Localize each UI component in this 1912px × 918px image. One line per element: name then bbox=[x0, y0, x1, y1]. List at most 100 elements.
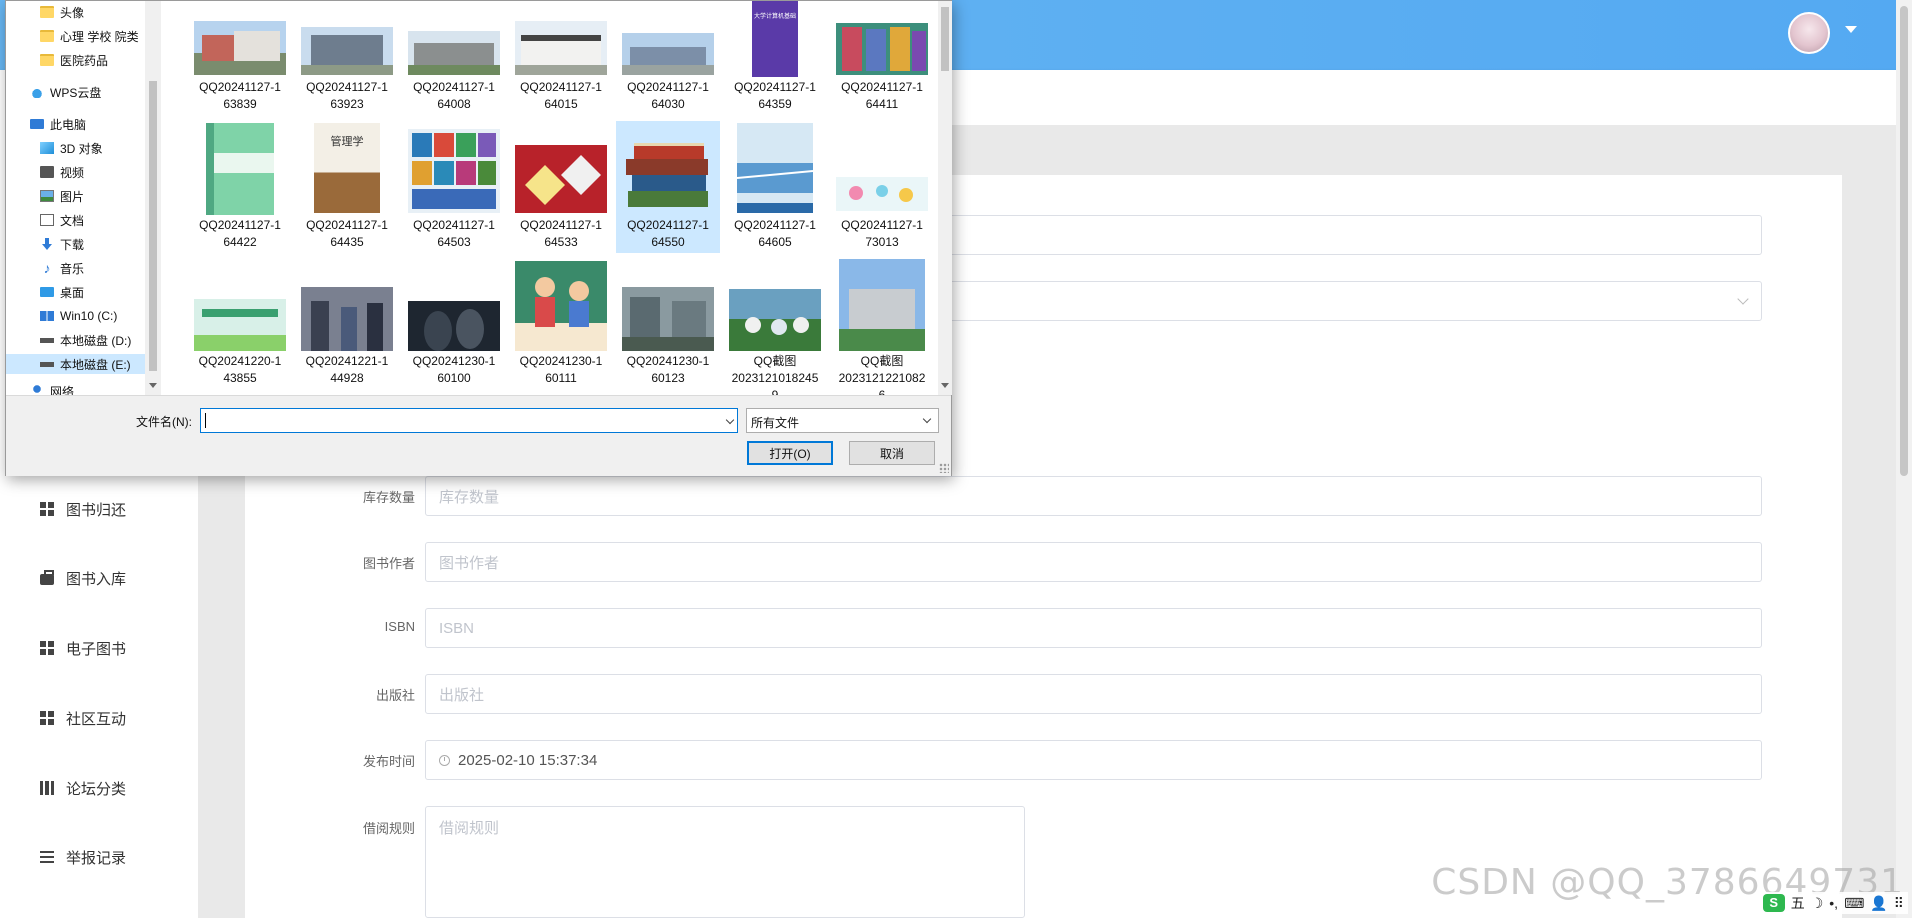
file-item[interactable]: QQ截图 2023121221082 6 bbox=[830, 257, 934, 395]
file-item[interactable]: QQ20241127-1 64008 bbox=[402, 17, 506, 121]
file-name: QQ20241127-1 64015 bbox=[520, 80, 602, 111]
resize-grip[interactable] bbox=[939, 463, 949, 473]
file-item[interactable]: QQ20241230-1 60100 bbox=[402, 257, 506, 395]
file-item[interactable]: QQ20241127-1 64533 bbox=[509, 121, 613, 253]
file-thumbnail bbox=[515, 145, 607, 213]
tree-item-psych[interactable]: 心理 学校 院类 bbox=[40, 26, 139, 46]
text-caret bbox=[205, 413, 206, 428]
tree-item-desktop[interactable]: 桌面 bbox=[40, 282, 84, 302]
tree-item-label: 医院药品 bbox=[60, 53, 109, 68]
file-item[interactable]: QQ20241127-1 64605 bbox=[723, 121, 827, 253]
open-file-dialog: 头像 心理 学校 院类 医院药品 WPS云盘 此电脑 3D 对象 视频 图片 文… bbox=[5, 0, 952, 476]
disk-icon bbox=[40, 358, 54, 370]
file-name: QQ截图 2023121221082 6 bbox=[838, 354, 926, 395]
tree-item-pictures[interactable]: 图片 bbox=[40, 186, 84, 206]
document-icon bbox=[40, 214, 54, 226]
file-name: QQ20241127-1 63923 bbox=[306, 80, 388, 111]
file-thumbnail bbox=[301, 27, 393, 75]
tree-item-wps-cloud[interactable]: WPS云盘 bbox=[30, 82, 101, 102]
ime-toolbar[interactable]: S 五 ☽ •, ⌨ 👤 ⠿ bbox=[1758, 892, 1908, 914]
scroll-down-arrow-icon[interactable] bbox=[149, 383, 157, 388]
borrow-rules-textarea[interactable]: 借阅规则 bbox=[425, 806, 1025, 918]
filename-input[interactable] bbox=[200, 408, 738, 433]
file-item[interactable]: QQ20241127-1 64503 bbox=[402, 121, 506, 253]
file-name: QQ20241230-1 60111 bbox=[519, 354, 603, 385]
sidebar-item-community[interactable]: 社区互动 bbox=[40, 706, 126, 730]
file-name: QQ20241127-1 63839 bbox=[199, 80, 281, 111]
disk-icon bbox=[40, 334, 54, 346]
file-item[interactable]: QQ20241127-1 64015 bbox=[509, 17, 613, 121]
file-item[interactable]: 管理学 QQ20241127-1 64435 bbox=[295, 121, 399, 253]
user-avatar[interactable] bbox=[1788, 12, 1830, 54]
file-item[interactable]: QQ20241127-1 64422 bbox=[188, 121, 292, 253]
file-item[interactable]: QQ20241127-1 73013 bbox=[830, 121, 934, 253]
file-item[interactable]: QQ20241127-1 64550 bbox=[616, 121, 720, 253]
publisher-input[interactable]: 出版社 bbox=[425, 674, 1762, 714]
publish-time-value: 2025-02-10 15:37:34 bbox=[458, 751, 598, 769]
file-item[interactable]: QQ20241220-1 43855 bbox=[188, 257, 292, 395]
tree-item-drive-c[interactable]: Win10 (C:) bbox=[40, 306, 117, 326]
tree-item-label: 桌面 bbox=[60, 285, 85, 300]
file-thumbnail bbox=[839, 259, 925, 351]
sidebar-item-forum-category[interactable]: 论坛分类 bbox=[40, 776, 126, 800]
sidebar-item-ebooks[interactable]: 电子图书 bbox=[40, 636, 126, 660]
tree-scrollbar[interactable] bbox=[145, 1, 161, 395]
tree-item-drive-d[interactable]: 本地磁盘 (D:) bbox=[40, 330, 131, 350]
keyboard-icon[interactable]: ⌨ bbox=[1844, 895, 1864, 912]
file-item[interactable]: QQ20241230-1 60123 bbox=[616, 257, 720, 395]
file-item[interactable]: QQ20241221-1 44928 bbox=[295, 257, 399, 395]
cloud-icon bbox=[30, 86, 44, 98]
tree-item-drive-e[interactable]: 本地磁盘 (E:) bbox=[6, 354, 145, 374]
tree-item-3d[interactable]: 3D 对象 bbox=[40, 138, 103, 158]
file-item[interactable]: QQ20241127-1 63839 bbox=[188, 17, 292, 121]
grid-icon bbox=[40, 641, 54, 655]
file-item[interactable]: 大学计算机基础 QQ20241127-1 64359 bbox=[723, 1, 827, 121]
publish-time-picker[interactable]: 2025-02-10 15:37:34 bbox=[425, 740, 1762, 780]
file-thumbnail bbox=[515, 261, 607, 351]
stock-input[interactable]: 库存数量 bbox=[425, 476, 1762, 516]
tree-scrollbar-thumb[interactable] bbox=[149, 81, 157, 371]
file-type-select[interactable]: 所有文件 bbox=[746, 408, 939, 433]
tree-item-documents[interactable]: 文档 bbox=[40, 210, 84, 230]
moon-icon[interactable]: ☽ bbox=[1811, 895, 1824, 912]
page-scrollbar-thumb[interactable] bbox=[1900, 6, 1908, 476]
scroll-down-arrow-icon[interactable] bbox=[941, 383, 949, 388]
tree-item-music[interactable]: ♪ 音乐 bbox=[40, 258, 85, 278]
sidebar-item-book-return[interactable]: 图书归还 bbox=[40, 497, 126, 521]
chevron-down-icon[interactable] bbox=[725, 415, 735, 425]
page-scrollbar[interactable] bbox=[1896, 0, 1912, 918]
isbn-label: ISBN bbox=[384, 619, 415, 634]
folder-icon bbox=[40, 54, 54, 66]
file-item[interactable]: QQ20241127-1 64411 bbox=[830, 17, 934, 121]
book-category-select[interactable] bbox=[930, 281, 1762, 321]
file-grid-scrollbar-thumb[interactable] bbox=[941, 7, 949, 71]
file-grid-scrollbar[interactable] bbox=[938, 1, 952, 395]
file-type-value: 所有文件 bbox=[751, 416, 800, 430]
tree-item-this-pc[interactable]: 此电脑 bbox=[30, 114, 86, 134]
sidebar-item-label: 电子图书 bbox=[66, 640, 127, 658]
chevron-down-icon[interactable] bbox=[1845, 26, 1857, 33]
file-item[interactable]: QQ20241127-1 64030 bbox=[616, 17, 720, 121]
chevron-down-icon bbox=[1737, 293, 1749, 305]
sidebar-item-reports[interactable]: 举报记录 bbox=[40, 845, 126, 869]
tree-item-downloads[interactable]: 下载 bbox=[40, 234, 84, 254]
book-name-input[interactable] bbox=[930, 215, 1762, 255]
cancel-button[interactable]: 取消 bbox=[849, 441, 935, 465]
sidebar-item-book-stock-in[interactable]: 图书入库 bbox=[40, 566, 126, 590]
tree-item-avatar[interactable]: 头像 bbox=[40, 2, 84, 22]
file-item[interactable]: QQ截图 2023121018245 9 bbox=[723, 257, 827, 395]
isbn-input[interactable]: ISBN bbox=[425, 608, 1762, 648]
file-thumbnail bbox=[194, 299, 286, 351]
open-button[interactable]: 打开(O) bbox=[747, 441, 833, 465]
tree-item-network[interactable]: 网络 bbox=[30, 383, 74, 395]
tree-item-hospital[interactable]: 医院药品 bbox=[40, 50, 108, 70]
tree-item-video[interactable]: 视频 bbox=[40, 162, 84, 182]
user-icon[interactable]: 👤 bbox=[1870, 895, 1887, 912]
file-item[interactable]: QQ20241230-1 60111 bbox=[509, 257, 613, 395]
ime-mode[interactable]: 五 bbox=[1791, 893, 1805, 913]
pc-icon bbox=[30, 119, 44, 129]
author-input[interactable]: 图书作者 bbox=[425, 542, 1762, 582]
grid-icon[interactable]: ⠿ bbox=[1894, 895, 1904, 912]
file-item[interactable]: QQ20241127-1 63923 bbox=[295, 17, 399, 121]
punctuation-icon[interactable]: •, bbox=[1829, 895, 1838, 911]
